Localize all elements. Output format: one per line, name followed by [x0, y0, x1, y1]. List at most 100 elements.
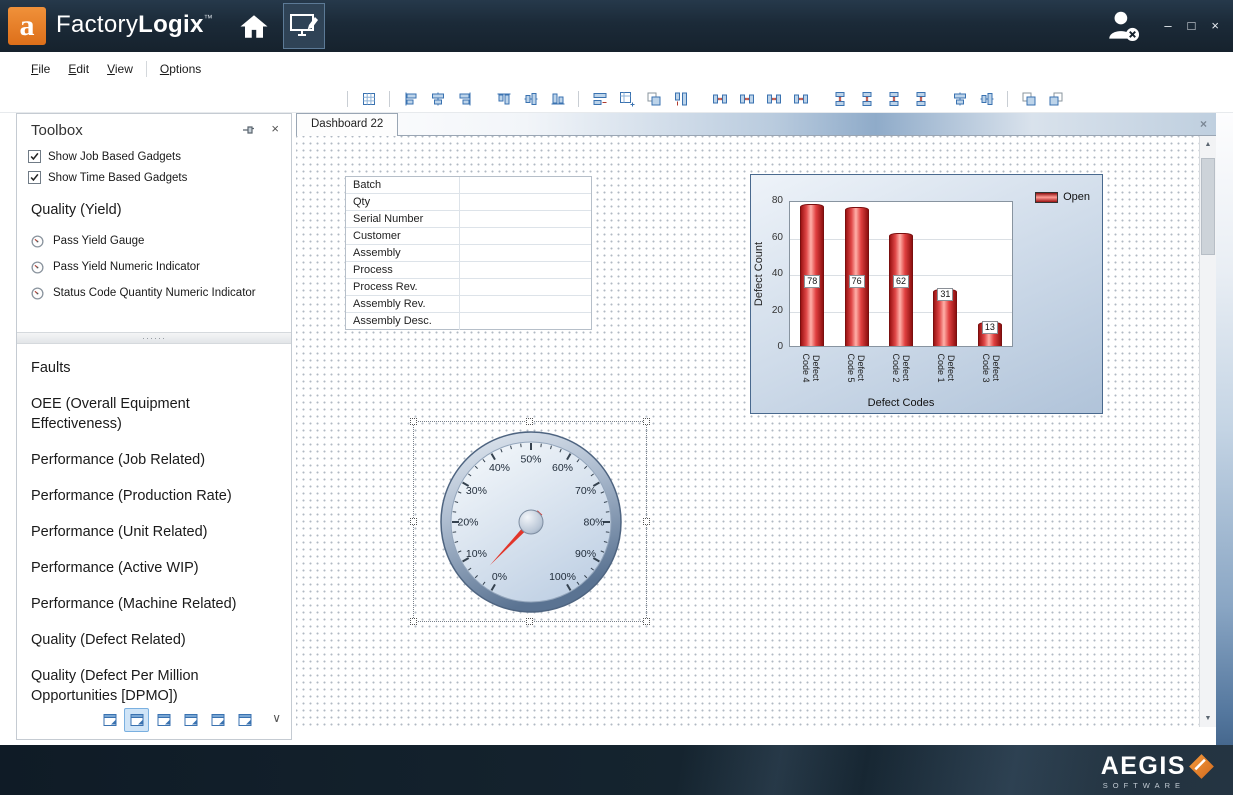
bring-to-front-icon[interactable]: [1019, 89, 1038, 108]
table-row-value: [460, 228, 591, 244]
resize-handle[interactable]: [643, 618, 650, 625]
increase-horizontal-spacing-icon[interactable]: [737, 89, 756, 108]
toolbox-category[interactable]: OEE (Overall Equipment Effectiveness): [17, 386, 291, 442]
filter-show-time-based-gadgets[interactable]: Show Time Based Gadgets: [17, 167, 291, 188]
scroll-up-icon[interactable]: ▲: [1200, 136, 1216, 153]
toolbox-category-quality-yield[interactable]: Quality (Yield): [17, 188, 291, 228]
make-horizontal-spacing-equal-icon[interactable]: [710, 89, 729, 108]
gadget-group-button-5[interactable]: [205, 708, 230, 732]
minimize-icon[interactable]: –: [1164, 18, 1171, 34]
toolbox-category[interactable]: Faults: [17, 350, 291, 386]
table-row-label: Batch: [346, 177, 460, 193]
gadget-group-button-3[interactable]: [151, 708, 176, 732]
toolbox-category[interactable]: Quality (Defect Related): [17, 622, 291, 658]
maximize-icon[interactable]: □: [1188, 18, 1196, 34]
menu-options[interactable]: Options: [151, 58, 210, 80]
align-bottoms-icon[interactable]: [548, 89, 567, 108]
dashboard-designer-icon: [289, 12, 319, 40]
center-horizontally-icon[interactable]: [950, 89, 969, 108]
center-vertically-icon[interactable]: [977, 89, 996, 108]
aegis-brand: AEGIS SOFTWARE: [1101, 752, 1215, 790]
remove-horizontal-spacing-icon[interactable]: [791, 89, 810, 108]
chart-legend: Open: [1035, 191, 1090, 203]
gadget-group-button-1[interactable]: [97, 708, 122, 732]
pass-yield-gauge[interactable]: 0%10%20%30%40%50%60%70%80%90%100%: [435, 426, 627, 618]
tab-dashboard-22[interactable]: Dashboard 22: [296, 113, 398, 136]
svg-text:90%: 90%: [575, 548, 596, 560]
decrease-vertical-spacing-icon[interactable]: [884, 89, 903, 108]
toolbox-title: Toolbox: [31, 122, 83, 139]
resize-handle[interactable]: [410, 618, 417, 625]
svg-text:0%: 0%: [492, 571, 507, 583]
tab-close-icon[interactable]: ×: [1200, 117, 1207, 131]
size-to-grid-icon[interactable]: [617, 89, 636, 108]
scrollbar-thumb[interactable]: [1201, 158, 1215, 255]
menu-file[interactable]: File: [22, 58, 59, 80]
resize-handle[interactable]: [526, 618, 533, 625]
checkbox-checked-icon[interactable]: [28, 150, 41, 163]
resize-handle[interactable]: [526, 418, 533, 425]
close-icon[interactable]: ×: [1211, 18, 1219, 34]
toolbox-close-icon[interactable]: ×: [271, 121, 279, 136]
send-to-back-icon[interactable]: [1046, 89, 1065, 108]
table-row-label: Assembly: [346, 245, 460, 261]
toolbar-separator: [389, 91, 390, 107]
toolbox-category[interactable]: Performance (Active WIP): [17, 550, 291, 586]
toolbox-category[interactable]: Performance (Production Rate): [17, 478, 291, 514]
align-tops-icon[interactable]: [494, 89, 513, 108]
toolbox-category[interactable]: Performance (Job Related): [17, 442, 291, 478]
align-rights-icon[interactable]: [455, 89, 474, 108]
snap-to-grid-icon[interactable]: [359, 89, 378, 108]
table-row: Serial Number: [346, 211, 591, 228]
user-logout-button[interactable]: [1104, 9, 1142, 43]
table-row-label: Assembly Desc.: [346, 313, 460, 330]
checkbox-checked-icon[interactable]: [28, 171, 41, 184]
toolbar-separator: [1007, 91, 1008, 107]
home-button[interactable]: [238, 13, 272, 41]
increase-vertical-spacing-icon[interactable]: [857, 89, 876, 108]
resize-handle[interactable]: [410, 418, 417, 425]
toolbox-gadget-item[interactable]: Pass Yield Gauge: [17, 228, 291, 254]
align-centers-icon[interactable]: [428, 89, 447, 108]
gadget-group-button-4[interactable]: [178, 708, 203, 732]
toolbox-gadget-item[interactable]: Pass Yield Numeric Indicator: [17, 254, 291, 280]
gadget-group-button-6[interactable]: [232, 708, 257, 732]
gauge-gadget-selection[interactable]: 0%10%20%30%40%50%60%70%80%90%100%: [413, 421, 647, 622]
job-info-table-gadget[interactable]: Batch Qty Serial Number: [345, 176, 592, 330]
filter-show-job-based-gadgets[interactable]: Show Job Based Gadgets: [17, 146, 291, 167]
dashboard-canvas[interactable]: Batch Qty Serial Number: [296, 136, 1216, 727]
defect-count-bar-chart-gadget[interactable]: Open Defect Count 020406080 7876623113 D…: [750, 174, 1103, 414]
toolbox-splitter[interactable]: ······: [17, 332, 291, 344]
scroll-down-icon[interactable]: ▼: [1200, 710, 1216, 727]
toolbox-gadget-item[interactable]: Status Code Quantity Numeric Indicator: [17, 280, 291, 306]
toolbox-category[interactable]: Performance (Unit Related): [17, 514, 291, 550]
align-lefts-icon[interactable]: [401, 89, 420, 108]
resize-handle[interactable]: [410, 518, 417, 525]
gadget-label: Pass Yield Numeric Indicator: [53, 261, 200, 273]
resize-handle[interactable]: [643, 418, 650, 425]
brand-subtitle: SOFTWARE: [1101, 781, 1215, 790]
menu-edit[interactable]: Edit: [59, 58, 98, 80]
canvas-vertical-scrollbar[interactable]: ▲ ▼: [1199, 136, 1216, 727]
toolbox-category[interactable]: Performance (Machine Related): [17, 586, 291, 622]
table-row: Batch: [346, 177, 591, 194]
svg-text:100%: 100%: [549, 571, 576, 583]
gadget-group-button-2-active[interactable]: [124, 708, 149, 732]
remove-vertical-spacing-icon[interactable]: [911, 89, 930, 108]
make-same-size-icon[interactable]: [644, 89, 663, 108]
dashboard-designer-button[interactable]: [283, 3, 325, 49]
toolbox-gadget-list: Pass Yield Gauge Pass Yield Numeric Indi…: [17, 228, 291, 306]
pin-icon[interactable]: [241, 123, 255, 137]
resize-handle[interactable]: [643, 518, 650, 525]
align-middles-icon[interactable]: [521, 89, 540, 108]
make-vertical-spacing-equal-icon[interactable]: [830, 89, 849, 108]
menu-view[interactable]: View: [98, 58, 142, 80]
svg-text:40%: 40%: [489, 462, 510, 474]
make-same-width-icon[interactable]: [590, 89, 609, 108]
decrease-horizontal-spacing-icon[interactable]: [764, 89, 783, 108]
filter-label: Show Time Based Gadgets: [48, 172, 187, 184]
bar-defect-code-4: 78: [800, 204, 824, 346]
bar-value-label: 78: [804, 275, 820, 288]
make-same-height-icon[interactable]: [671, 89, 690, 108]
chevron-down-icon[interactable]: ∨: [272, 711, 281, 725]
